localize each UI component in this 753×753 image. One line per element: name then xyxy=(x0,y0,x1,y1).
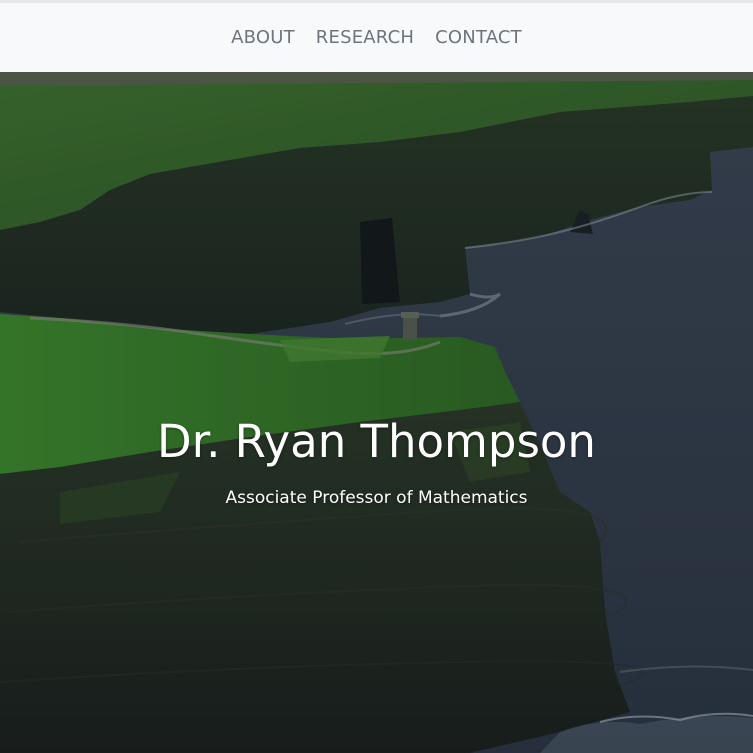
nav-link-contact[interactable]: CONTACT xyxy=(435,27,522,48)
nav-link-about[interactable]: ABOUT xyxy=(231,27,295,48)
nav-item-contact: CONTACT xyxy=(435,27,522,48)
nav-item-about: ABOUT xyxy=(231,27,295,48)
hero-title: Dr. Ryan Thompson xyxy=(157,415,596,468)
hero-section: Dr. Ryan Thompson Associate Professor of… xyxy=(0,72,753,753)
nav-link-research[interactable]: RESEARCH xyxy=(316,27,414,48)
hero-overlay xyxy=(0,72,753,753)
nav-list: ABOUT RESEARCH CONTACT xyxy=(231,27,522,48)
page: ABOUT RESEARCH CONTACT Dr. Ryan Thompson… xyxy=(0,0,753,753)
top-navbar: ABOUT RESEARCH CONTACT xyxy=(0,0,753,72)
hero-subtitle: Associate Professor of Mathematics xyxy=(225,488,528,508)
nav-item-research: RESEARCH xyxy=(316,27,414,48)
